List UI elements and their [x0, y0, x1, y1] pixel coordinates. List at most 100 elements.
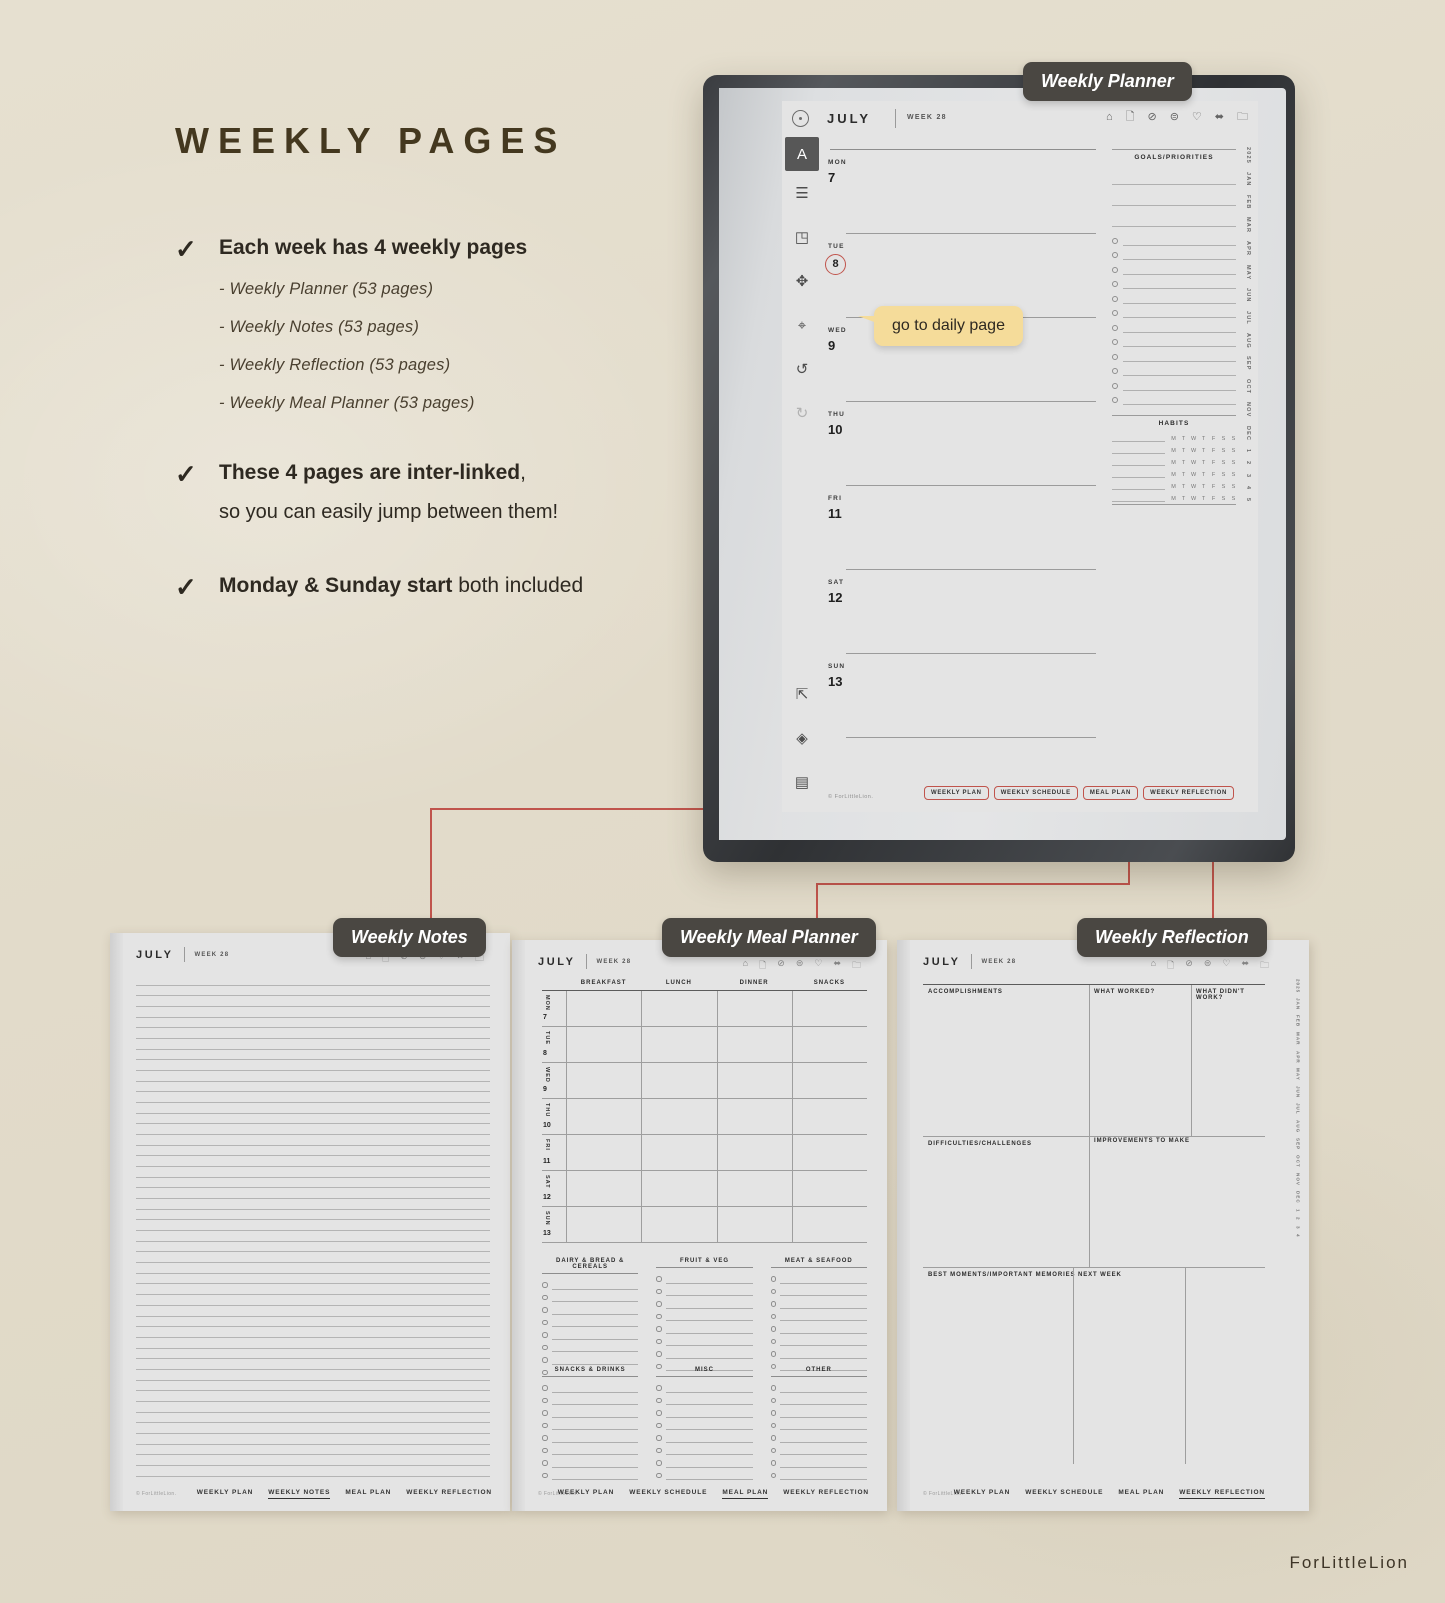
meal-cell[interactable] [716, 1135, 792, 1170]
shopping-item-line[interactable] [665, 1416, 753, 1418]
habit-day[interactable]: M [1171, 436, 1176, 442]
meal-cell[interactable] [791, 1063, 867, 1098]
habit-line[interactable] [1112, 501, 1165, 502]
checkbox-icon[interactable] [770, 1288, 777, 1294]
shopping-item[interactable] [770, 1284, 867, 1296]
habit-line[interactable] [1112, 441, 1165, 442]
undo-icon[interactable]: ↺ [782, 347, 822, 391]
checkbox-icon[interactable] [770, 1338, 777, 1344]
note-line[interactable] [136, 1284, 490, 1296]
reflection-months-rail[interactable]: 2025 JAN FEB MAR APR MAY JUN JUL AUG SEP OCT NOV DEC… [1291, 976, 1305, 1481]
shopping-item-line[interactable] [665, 1307, 753, 1309]
habit-day[interactable]: S [1221, 472, 1226, 478]
shopping-item-line[interactable] [665, 1282, 753, 1284]
day-number[interactable]: 13 [828, 674, 1102, 689]
meal-cell[interactable] [641, 1099, 716, 1134]
checkbox-icon[interactable] [770, 1410, 777, 1416]
meal-cell[interactable] [641, 1063, 716, 1098]
checkbox-icon[interactable] [542, 1332, 548, 1338]
checkbox-icon[interactable] [1112, 339, 1118, 345]
footer-nav-meal-plan[interactable]: MEAL PLAN [1118, 1489, 1164, 1499]
redo-icon[interactable]: ↻ [782, 391, 822, 435]
footer-nav-weekly-plan[interactable]: WEEKLY PLAN [558, 1489, 615, 1499]
meal-cell[interactable] [566, 1099, 641, 1134]
day-number[interactable]: 7 [828, 170, 1102, 185]
shopping-item-line[interactable] [551, 1313, 639, 1315]
goal-row[interactable] [1112, 362, 1236, 376]
goals-blank-lines[interactable] [1112, 164, 1236, 227]
note-line[interactable] [136, 1092, 490, 1104]
note-line[interactable] [136, 1274, 490, 1285]
note-line[interactable] [136, 1445, 490, 1456]
checkbox-icon[interactable] [1112, 324, 1118, 331]
month-tab-3[interactable]: 3 [1245, 470, 1251, 482]
habit-day[interactable]: M [1171, 460, 1176, 466]
habit-day[interactable]: W [1191, 460, 1196, 466]
arrows-icon[interactable]: ⬌ [833, 958, 841, 974]
notebook-icon[interactable]: ▤ [782, 760, 822, 804]
note-line[interactable] [136, 1146, 490, 1157]
goal-row[interactable] [1112, 231, 1236, 246]
shopping-item[interactable] [542, 1380, 639, 1393]
shopping-item-line[interactable] [551, 1301, 639, 1302]
goal-row[interactable] [1112, 376, 1236, 391]
habit-day[interactable]: W [1191, 484, 1196, 490]
meal-cell[interactable] [716, 1171, 792, 1206]
shopping-item[interactable] [770, 1443, 867, 1455]
habit-day[interactable]: S [1231, 484, 1236, 490]
shopping-item[interactable] [656, 1346, 753, 1359]
briefcase-icon[interactable]: 🗀 [852, 958, 861, 974]
habit-day[interactable]: T [1201, 448, 1206, 454]
checkbox-icon[interactable] [542, 1282, 548, 1288]
shopping-item-line[interactable] [551, 1288, 639, 1290]
checkbox-icon[interactable] [656, 1410, 662, 1416]
shopping-item[interactable] [656, 1271, 753, 1284]
meal-cell[interactable] [716, 1099, 792, 1134]
meal-cell[interactable] [641, 1135, 716, 1170]
footer-nav-weekly-reflection[interactable]: WEEKLY REFLECTION [1179, 1489, 1265, 1499]
shopping-item-line[interactable] [780, 1404, 867, 1405]
shopping-item[interactable] [656, 1334, 753, 1346]
shopping-item-line[interactable] [551, 1338, 639, 1340]
month-tab-jul[interactable]: JUL [1296, 1101, 1301, 1118]
shopping-item[interactable] [656, 1455, 753, 1468]
shopping-item-line[interactable] [551, 1454, 639, 1455]
month-tab-1[interactable]: 1 [1245, 445, 1251, 457]
checkbox-icon[interactable] [542, 1307, 548, 1313]
month-tab-2[interactable]: 2 [1245, 457, 1251, 469]
day-number[interactable]: 12 [828, 590, 1102, 605]
shopping-item[interactable] [770, 1430, 867, 1443]
checkbox-icon[interactable] [1112, 237, 1118, 244]
habit-day[interactable]: M [1171, 484, 1176, 490]
note-line[interactable] [136, 1039, 490, 1050]
shopping-item[interactable] [770, 1418, 867, 1430]
habit-day[interactable]: W [1191, 496, 1196, 502]
checkbox-icon[interactable] [656, 1326, 662, 1332]
pen-icon[interactable]: A [785, 137, 819, 171]
shopping-item-line[interactable] [665, 1429, 753, 1430]
habit-day[interactable]: T [1181, 436, 1186, 442]
habit-day[interactable]: S [1231, 460, 1236, 466]
shopping-item-line[interactable] [665, 1454, 753, 1455]
month-tab-jun[interactable]: JUN [1296, 1084, 1301, 1101]
page-icon[interactable]: 🗋 [1167, 958, 1174, 974]
shopping-item[interactable] [656, 1380, 753, 1393]
month-tab-oct[interactable]: OCT [1245, 375, 1251, 398]
planner-day-fri[interactable]: FRI 11 [824, 486, 1102, 570]
shopping-item[interactable] [656, 1418, 753, 1430]
day-number[interactable]: 10 [828, 422, 1102, 437]
shopping-item[interactable] [770, 1468, 867, 1480]
footer-nav-weekly-plan[interactable]: WEEKLY PLAN [954, 1489, 1011, 1499]
planner-day-sat[interactable]: SAT 12 [824, 570, 1102, 654]
checkbox-icon[interactable] [770, 1351, 777, 1357]
month-tab-oct[interactable]: OCT [1296, 1153, 1301, 1171]
checkbox-icon[interactable] [542, 1410, 548, 1416]
habit-line[interactable] [1112, 465, 1165, 466]
note-line[interactable] [136, 1402, 490, 1413]
checkbox-icon[interactable] [1112, 295, 1118, 302]
note-line[interactable] [136, 1220, 490, 1232]
checkbox-icon[interactable] [656, 1276, 662, 1282]
habit-day[interactable]: T [1201, 472, 1206, 478]
meal-cell[interactable] [791, 1099, 867, 1134]
habit-row[interactable]: MTWTFSS [1112, 454, 1236, 466]
